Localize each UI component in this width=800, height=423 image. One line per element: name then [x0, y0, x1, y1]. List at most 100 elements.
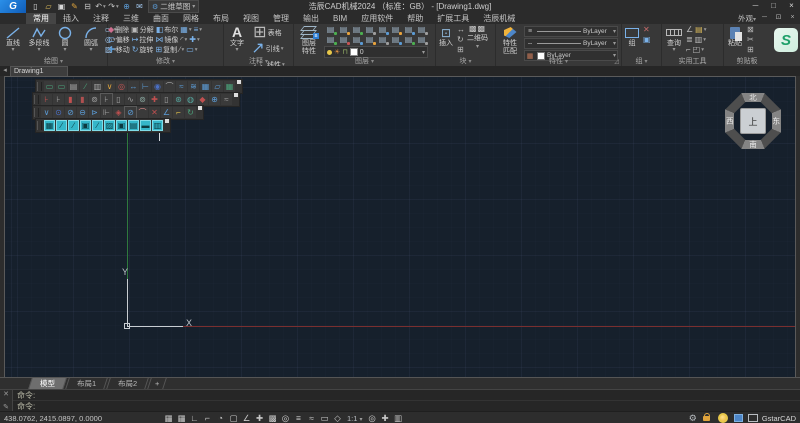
osnap3d-icon[interactable]: ∠ — [240, 413, 253, 423]
dim-ang-icon[interactable]: ∕ — [92, 120, 103, 131]
save-icon[interactable]: ▣ — [56, 1, 67, 12]
nut-icon[interactable]: ⊚ — [89, 94, 100, 105]
mech-sheet2-icon[interactable]: ▱ — [212, 81, 223, 92]
text-button[interactable]: A 文字 ▾ — [224, 25, 250, 53]
mech-grid-icon[interactable]: ▦ — [224, 81, 235, 92]
spring-icon[interactable]: ∿ — [125, 94, 136, 105]
autoscale-icon[interactable]: ✚ — [379, 413, 392, 423]
edge-icon[interactable]: ⊩ — [101, 107, 112, 118]
insert-block-button[interactable]: ⊡ 插入 — [436, 25, 456, 48]
group-button[interactable]: 组 — [622, 25, 642, 48]
toolbar-grip[interactable] — [37, 82, 42, 91]
tab-插入[interactable]: 插入 — [56, 13, 86, 24]
doc-minimize-button[interactable]: ─ — [759, 14, 770, 23]
scale-button[interactable]: ▭▾ — [186, 45, 197, 55]
maximize-button[interactable]: □ — [765, 0, 782, 13]
toolbar-grip[interactable] — [34, 95, 39, 104]
mech-line-icon[interactable]: ∕ — [80, 81, 91, 92]
layout-tab-布局1[interactable]: 布局1 — [65, 378, 108, 389]
new-file-icon[interactable]: ▯ — [30, 1, 41, 12]
layer-tool-icon[interactable]: ▤ — [363, 35, 376, 45]
workspace-switcher[interactable]: ⚙ 二维草图 ▾ — [148, 0, 199, 13]
document-tab[interactable]: Drawing1 — [10, 66, 68, 76]
layer-properties-button[interactable]: B 图层 特性 — [294, 25, 324, 56]
grid-display-icon[interactable]: ▦ — [162, 413, 175, 423]
tab-三维[interactable]: 三维 — [116, 13, 146, 24]
toolbar-grip[interactable] — [37, 121, 42, 130]
isodraft-icon[interactable]: ◔ — [214, 413, 227, 423]
quick-prop-icon[interactable]: ≈ — [305, 413, 318, 423]
redo-icon[interactable]: ↷▾ — [108, 1, 119, 12]
open-folder-icon[interactable]: ▱ — [43, 1, 54, 12]
tab-常用[interactable]: 常用 — [26, 13, 56, 24]
view-cube-top-face[interactable]: 上 — [740, 108, 766, 134]
view-cube[interactable]: 上 北 南 西 东 — [725, 93, 781, 149]
layer-tool-icon[interactable]: ▤ — [389, 25, 402, 35]
mech-title-icon[interactable]: ▭ — [56, 81, 67, 92]
mech-text-icon[interactable]: ≈ — [176, 81, 187, 92]
cut-icon[interactable]: ✂ — [746, 35, 754, 45]
leader-button[interactable]: ↗引线▾ — [250, 41, 285, 57]
annotation-scale-dropdown[interactable]: 1:1 ▾ — [347, 414, 363, 423]
rotate-button[interactable]: ↻旋转 — [132, 45, 154, 55]
paste-button[interactable]: 粘贴 — [724, 25, 746, 48]
mech-dim2-icon[interactable]: ⊢ — [140, 81, 151, 92]
dialog-launcher-icon[interactable]: ◿ — [614, 58, 619, 65]
panel-label-group[interactable]: 组 ▾ — [622, 57, 661, 66]
toolbar-overflow-icon[interactable] — [165, 119, 169, 123]
fillet-button[interactable]: ◜▾ — [180, 35, 187, 45]
stud-icon[interactable]: ▮ — [65, 94, 76, 105]
view-cube-east[interactable]: 东 — [773, 117, 781, 125]
toolbar-overflow-icon[interactable] — [237, 80, 241, 84]
seal-icon[interactable]: ≈ — [221, 94, 232, 105]
hardware-accel-icon[interactable] — [718, 413, 728, 423]
washer-icon[interactable]: ▯ — [113, 94, 124, 105]
layer-tool-icon[interactable]: ▤ — [402, 25, 415, 35]
dim-hatch-icon[interactable]: ▨ — [104, 120, 115, 131]
dim-rows-icon[interactable]: ▤ — [128, 120, 139, 131]
bolt-icon[interactable]: ⊦ — [41, 94, 52, 105]
tab-帮助[interactable]: 帮助 — [400, 13, 430, 24]
chat-icon[interactable]: ✉ — [134, 1, 145, 12]
bearing-icon[interactable]: ◍ — [185, 94, 196, 105]
etransmit-icon[interactable]: ⊕ — [121, 1, 132, 12]
weld-icon[interactable]: ∨ — [41, 107, 52, 118]
view-cube-north[interactable]: 北 — [749, 94, 757, 102]
workspace-switch-icon[interactable]: ▥ — [392, 413, 405, 423]
dim-box-icon[interactable]: ▣ — [80, 120, 91, 131]
mech-sheet-icon[interactable]: ▦ — [200, 81, 211, 92]
tab-浩辰机械[interactable]: 浩辰机械 — [476, 13, 522, 24]
panel-label-draw[interactable]: 绘图 ▾ — [0, 57, 107, 66]
view-cube-west[interactable]: 西 — [726, 117, 734, 125]
boolean-button[interactable]: ◧布尔 — [156, 25, 179, 35]
toolbar-overflow-icon[interactable] — [198, 106, 202, 110]
mark2-icon[interactable]: ◈ — [113, 107, 124, 118]
mech-arc-icon[interactable]: ⌒ — [164, 81, 175, 92]
tab-BIM[interactable]: BIM — [326, 13, 354, 24]
layout-tab-布局2[interactable]: 布局2 — [106, 378, 149, 389]
tab-管理[interactable]: 管理 — [266, 13, 296, 24]
move-button[interactable]: ✚移动 — [108, 45, 130, 55]
break-button[interactable]: ✚▾ — [189, 35, 199, 45]
del-sym-icon[interactable]: ✕ — [149, 107, 160, 118]
table-button[interactable]: ⊞表格 — [250, 25, 285, 41]
settings-gear-icon[interactable]: ⚙ — [688, 413, 698, 423]
datum-icon[interactable]: ⊙ — [53, 107, 64, 118]
mech-frame-icon[interactable]: ▭ — [44, 81, 55, 92]
mech-table-icon[interactable]: ▤ — [68, 81, 79, 92]
tab-网格[interactable]: 网格 — [176, 13, 206, 24]
clean-screen-icon[interactable] — [748, 413, 758, 423]
print-icon[interactable]: ⊟ — [82, 1, 93, 12]
layer-tool-icon[interactable]: ▤ — [324, 35, 337, 45]
copy-clip-icon[interactable]: ⊠ — [746, 25, 754, 35]
close-button[interactable]: × — [783, 0, 800, 13]
copy-button[interactable]: ⊞复制 — [155, 45, 177, 55]
mech-column-icon[interactable]: ▥ — [92, 81, 103, 92]
ungroup-icon[interactable]: ✕ — [642, 25, 651, 35]
match-properties-button[interactable]: 特性 匹配 — [496, 25, 524, 56]
unlock-icon[interactable] — [702, 413, 712, 423]
wheel-icon[interactable]: ◆ — [197, 94, 208, 105]
array-button[interactable]: ▦▾ — [180, 25, 191, 35]
tab-曲面[interactable]: 曲面 — [146, 13, 176, 24]
mirror-button[interactable]: ⋈镜像 — [155, 35, 178, 45]
